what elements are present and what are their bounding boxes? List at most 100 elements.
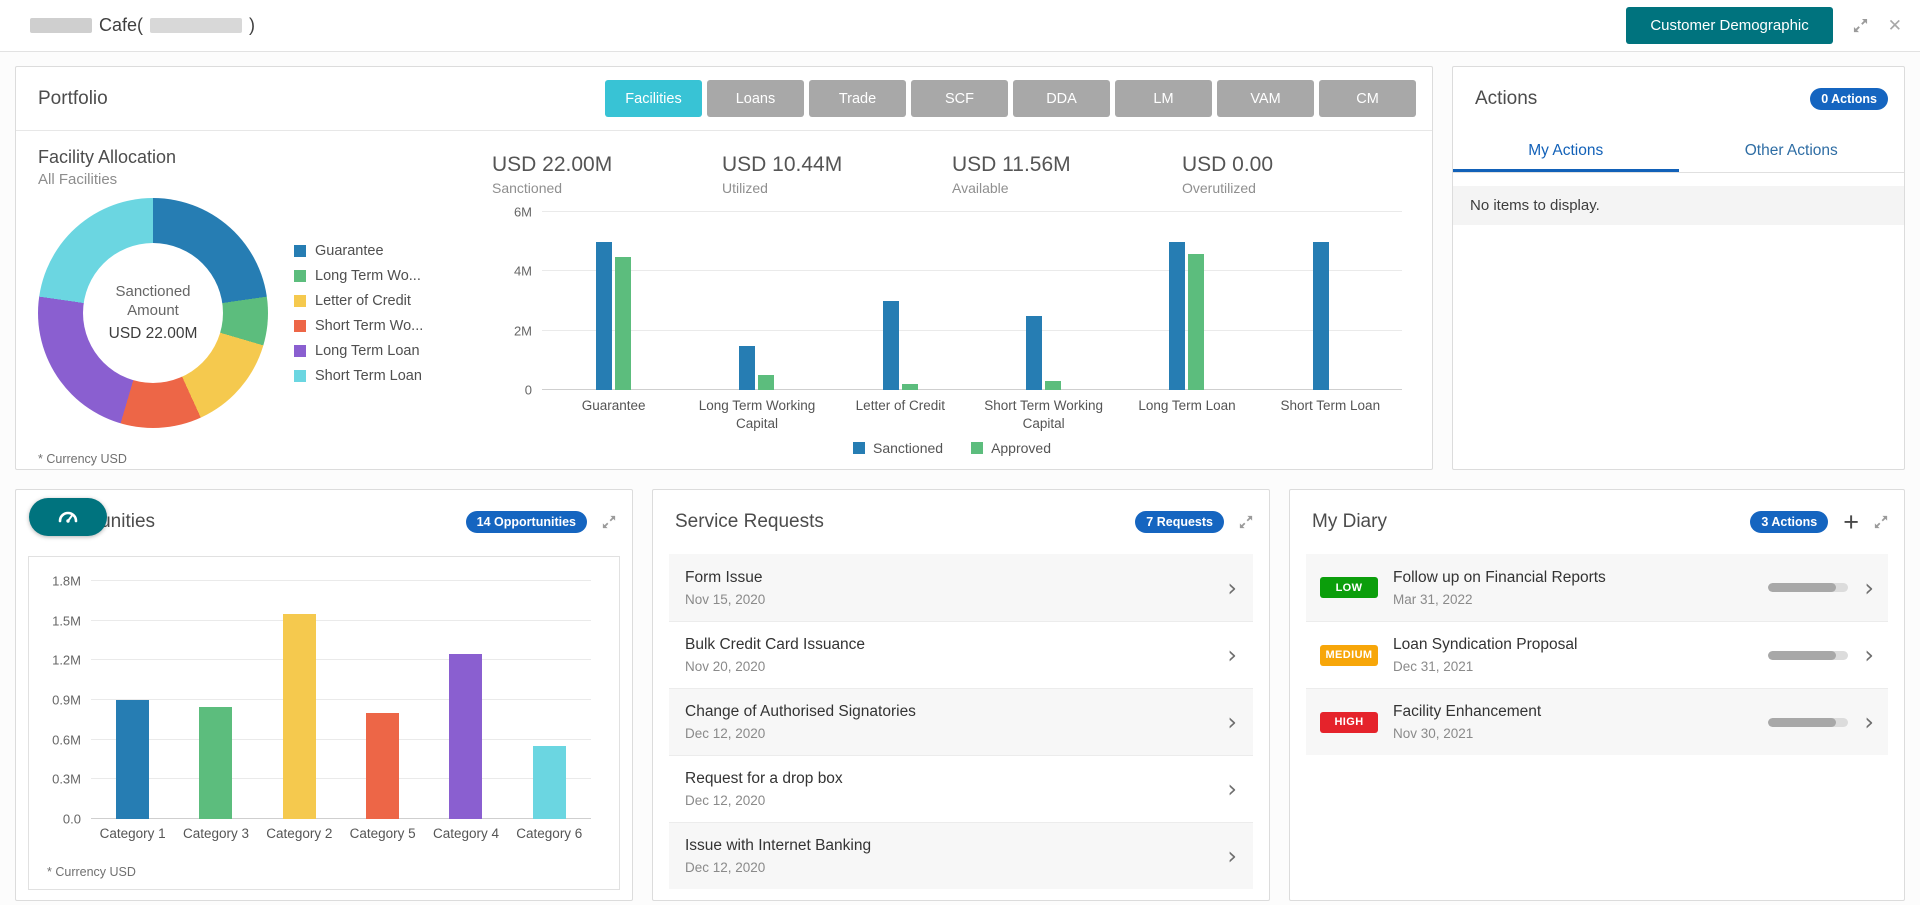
dashboard-gauge-button[interactable]: [29, 498, 107, 536]
diary-date: Nov 30, 2021: [1393, 726, 1474, 741]
facility-bar-chart: 0 2M 4M 6M Guarantee Long Term Working Capit…: [492, 205, 1412, 461]
bar-category-4[interactable]: [449, 653, 483, 819]
diary-date: Dec 31, 2021: [1393, 659, 1474, 674]
y-axis-label: 6M: [513, 204, 532, 220]
chevron-right-icon[interactable]: ›: [1864, 710, 1874, 734]
legend-item-long-term-loan: Long Term Loan: [294, 343, 423, 359]
bar-legend-approved: Approved: [971, 440, 1051, 456]
chevron-right-icon[interactable]: ›: [1864, 643, 1874, 667]
service-request-text: Bulk Credit Card Issuance Nov 20, 2020: [685, 636, 865, 674]
x-axis-label: Guarantee: [581, 398, 646, 413]
legend-label: Guarantee: [315, 242, 384, 259]
legend-swatch: [294, 269, 306, 282]
service-request-row[interactable]: Issue with Internet Banking Dec 12, 2020 ›: [669, 822, 1253, 889]
progress-fill: [1768, 583, 1837, 592]
no-items-message: No items to display.: [1453, 186, 1904, 225]
bar-category-6[interactable]: [532, 746, 566, 819]
x-axis-label: Category 2: [266, 826, 333, 841]
bar-approved-short-term-working-capital[interactable]: [1045, 381, 1062, 390]
portfolio-tab-scf[interactable]: SCF: [911, 80, 1008, 117]
service-request-row[interactable]: Change of Authorised Signatories Dec 12, …: [669, 688, 1253, 755]
bar-sanctioned-guarantee[interactable]: [596, 241, 613, 390]
opportunities-chart-box: 0.0 0.3M 0.6M 0.9M 1.2M 1.5M 1.8M Category 1 Ca…: [28, 556, 620, 890]
portfolio-tab-dda[interactable]: DDA: [1013, 80, 1110, 117]
service-request-title: Form Issue: [685, 568, 763, 586]
x-axis-label: Short Term Working Capital: [984, 398, 1104, 431]
y-axis-label: 1.2M: [52, 652, 81, 668]
bar-category-5[interactable]: [366, 713, 400, 819]
diary-text: Facility Enhancement Nov 30, 2021: [1393, 703, 1768, 741]
service-requests-title: Service Requests: [675, 511, 824, 532]
redacted-customer-name: [30, 18, 92, 33]
close-icon[interactable]: ✕: [1888, 16, 1902, 36]
tab-other-actions[interactable]: Other Actions: [1679, 131, 1905, 172]
diary-row[interactable]: LOW Follow up on Financial Reports Mar 31,…: [1306, 554, 1888, 621]
facility-allocation-donut-chart[interactable]: Sanctioned Amount USD 22.00M: [38, 198, 268, 428]
chevron-right-icon[interactable]: ›: [1227, 643, 1237, 667]
gauge-icon: [58, 511, 78, 523]
bar-group-category-1: [91, 581, 174, 819]
bar-group-category-5: [341, 581, 424, 819]
portfolio-tab-facilities[interactable]: Facilities: [605, 80, 702, 117]
bar-category-1[interactable]: [116, 700, 150, 819]
currency-footnote: * Currency USD: [47, 865, 136, 879]
dashboard-content: Portfolio Facilities Loans Trade SCF DDA LM VA…: [0, 52, 1920, 905]
customer-demographic-button[interactable]: Customer Demographic: [1626, 7, 1833, 44]
top-header: Cafe( ) Customer Demographic ✕: [0, 0, 1920, 52]
y-axis-label: 0.9M: [52, 692, 81, 708]
x-axis-label: Long Term Loan: [1138, 398, 1236, 413]
y-axis-label: 2M: [513, 323, 532, 339]
expand-icon[interactable]: [1874, 515, 1888, 529]
summary-label: Available: [952, 180, 1009, 196]
progress-fill: [1768, 717, 1837, 727]
bar-sanctioned-short-term-working-capital[interactable]: [1026, 315, 1043, 390]
portfolio-tab-loans[interactable]: Loans: [707, 80, 804, 117]
bar-category-3[interactable]: [199, 706, 233, 819]
bar-approved-letter-of-credit[interactable]: [901, 384, 918, 390]
donut-center-value: USD 22.00M: [108, 324, 198, 342]
service-request-row[interactable]: Request for a drop box Dec 12, 2020 ›: [669, 755, 1253, 822]
tab-my-actions[interactable]: My Actions: [1453, 131, 1679, 172]
my-diary-count-badge: 3 Actions: [1750, 511, 1829, 533]
expand-icon[interactable]: [1239, 515, 1253, 529]
summary-value: USD 22.00M: [492, 153, 613, 176]
diary-date: Mar 31, 2022: [1393, 591, 1473, 607]
portfolio-tab-cm[interactable]: CM: [1319, 80, 1416, 117]
bar-group-letter-of-credit: [829, 212, 972, 390]
diary-row[interactable]: HIGH Facility Enhancement Nov 30, 2021 ›: [1306, 688, 1888, 755]
my-diary-list: LOW Follow up on Financial Reports Mar 31,…: [1306, 554, 1888, 755]
expand-icon[interactable]: [602, 515, 616, 529]
diary-row[interactable]: MEDIUM Loan Syndication Proposal Dec 31, 2…: [1306, 621, 1888, 688]
bar-group-short-term-loan: [1259, 212, 1402, 390]
chevron-right-icon[interactable]: ›: [1864, 576, 1874, 600]
bar-sanctioned-letter-of-credit[interactable]: [882, 301, 899, 390]
bar-approved-long-term-working-capital[interactable]: [758, 375, 775, 390]
chevron-right-icon[interactable]: ›: [1227, 844, 1237, 868]
priority-badge-high: HIGH: [1320, 711, 1378, 733]
bar-category-2[interactable]: [282, 614, 316, 819]
bar-sanctioned-long-term-loan[interactable]: [1169, 241, 1186, 390]
legend-label: Sanctioned: [873, 440, 944, 457]
chevron-right-icon[interactable]: ›: [1227, 777, 1237, 801]
add-diary-entry-button[interactable]: +: [1843, 508, 1859, 536]
portfolio-tab-vam[interactable]: VAM: [1217, 80, 1314, 117]
summary-label: Utilized: [722, 180, 768, 196]
bar-group-long-term-loan: [1115, 212, 1258, 390]
portfolio-tab-trade[interactable]: Trade: [809, 80, 906, 117]
chevron-right-icon[interactable]: ›: [1227, 576, 1237, 600]
bar-legend-sanctioned: Sanctioned: [853, 440, 943, 456]
service-request-row[interactable]: Form Issue Nov 15, 2020 ›: [669, 554, 1253, 621]
chevron-right-icon[interactable]: ›: [1227, 710, 1237, 734]
portfolio-header: Portfolio Facilities Loans Trade SCF DDA LM VA…: [16, 67, 1432, 131]
bar-sanctioned-short-term-loan[interactable]: [1312, 241, 1329, 390]
my-diary-header-actions: 3 Actions +: [1750, 508, 1888, 536]
portfolio-tab-lm[interactable]: LM: [1115, 80, 1212, 117]
bars: [91, 581, 591, 819]
expand-icon[interactable]: [1853, 18, 1868, 33]
bar-approved-guarantee[interactable]: [615, 256, 632, 390]
service-request-row[interactable]: Bulk Credit Card Issuance Nov 20, 2020 ›: [669, 621, 1253, 688]
bar-group-long-term-working-capital: [685, 212, 828, 390]
service-requests-panel: Service Requests 7 Requests Form Issue No…: [652, 489, 1270, 901]
bar-sanctioned-long-term-working-capital[interactable]: [739, 345, 756, 390]
bar-approved-long-term-loan[interactable]: [1188, 253, 1205, 390]
